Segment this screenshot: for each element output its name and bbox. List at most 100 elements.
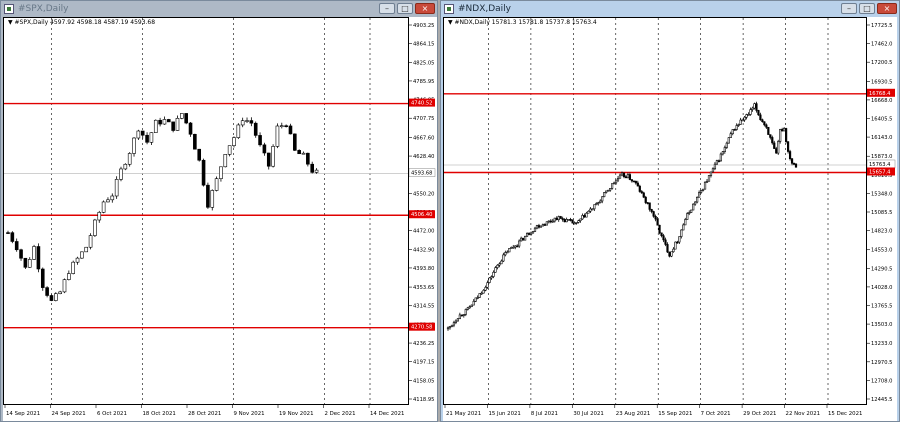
minimize-button[interactable]: – [841,3,857,14]
ndx-chart-header: ▼ #NDX,Daily 15781.3 15781.8 15737.8 157… [448,19,597,26]
candle-body [656,218,659,226]
candle-body [696,196,699,203]
spx-time-axis[interactable]: 14 Sep 2021 24 Sep 2021 6 Oct 2021 18 Oct 2… [3,405,437,421]
candle-body [193,133,197,150]
close-button[interactable]: × [415,3,435,14]
candle-body [450,324,454,327]
candle-body [699,190,703,193]
candle-body [293,133,297,151]
ndx-price-axis[interactable]: 17725.5 17462.0 17200.5 16930.5 16668.0 16405… [867,17,897,405]
candle-body [518,240,521,247]
candle-body [719,153,722,162]
candle-body [539,225,543,228]
candle-body [498,263,501,266]
price-tick-label: 15085.5 [871,210,892,216]
spx-plot-area[interactable]: ▼ #SPX,Daily 4597.92 4598.18 4587.19 459… [3,17,409,405]
candle-body [6,232,10,234]
candle-body [674,241,677,250]
price-tick-label: 13765.5 [871,304,892,310]
candle-body [516,245,519,248]
candle-body [127,153,132,165]
candle-body [258,135,262,146]
candle-body [599,200,602,203]
candle-body [23,257,28,268]
candle-body [709,171,713,176]
candle-body [32,246,36,260]
spx-chart-window[interactable]: #SPX,Daily – □ × ▼ #SPX,Daily 4597.92 45… [0,0,438,422]
time-tick-label: 7 Oct 2021 [701,411,731,417]
candle-body [601,196,604,202]
candle-body [650,209,653,212]
candle-body [75,257,80,263]
candle-body [717,160,720,162]
candle-body [262,144,267,154]
maximize-button[interactable]: □ [859,3,875,14]
candle-body [660,232,663,236]
candle-body [622,172,626,177]
candle-body [723,147,726,152]
candle-body [478,293,481,298]
ndx-window-titlebar[interactable]: #NDX,Daily – □ × [441,1,899,17]
candle-body [284,125,288,127]
candle-body [555,217,558,221]
price-tick-label: 4628.40 [413,154,434,160]
candle-body [494,267,497,273]
candle-body [577,220,580,223]
candle-body [206,184,210,208]
maximize-button[interactable]: □ [397,3,413,14]
price-tick-label: 4864.15 [413,42,434,48]
candle-body [763,121,766,126]
candle-body [10,232,15,242]
price-tick-label: 4707.75 [413,116,434,122]
candle-body [14,241,19,251]
candle-body [640,191,643,194]
candle-body [462,314,465,316]
candle-body [537,225,541,228]
spx-price-axis[interactable]: 4903.254864.154825.054785.954746.854707.… [409,17,437,405]
candle-body [589,208,592,212]
candle-body [541,224,545,227]
price-tick-label: 15348.0 [871,191,892,197]
candle-body [735,125,738,130]
candle-body [470,304,473,307]
candle-body [240,120,245,126]
candle-body [648,202,651,210]
ndx-time-axis[interactable]: 21 May 2021 15 Jun 2021 8 Jul 2021 30 Jul 2… [443,405,897,421]
candle-body [662,235,665,241]
candle-body [614,179,618,184]
close-button[interactable]: × [877,3,897,14]
ndx-chart-window[interactable]: #NDX,Daily – □ × ▼ #NDX,Daily 15781.3 15… [440,0,900,422]
candle-body [533,227,537,232]
candle-body [743,116,746,121]
candle-body [512,246,515,249]
candle-body [616,177,620,181]
candle-body [275,125,280,147]
candle-body [575,222,578,224]
candle-body [502,254,505,262]
candle-body [197,148,202,161]
candle-body [545,221,548,226]
candle-body [705,180,709,183]
candle-body [644,196,647,203]
candle-body [569,219,572,221]
candle-body [698,192,701,198]
candle-body [692,203,695,211]
candle-body [642,192,645,198]
candle-body [508,248,511,253]
minimize-button[interactable]: – [379,3,395,14]
spx-window-titlebar[interactable]: #SPX,Daily – □ × [1,1,437,17]
level-price-badge-label: 4740.52 [411,101,432,107]
candle-body [626,174,630,179]
price-tick-label: 4197.15 [413,360,434,366]
candle-body [745,114,748,118]
time-tick-label: 18 Oct 2021 [143,411,176,417]
candle-body [468,306,471,309]
candle-body [755,103,758,111]
candle-body [609,188,612,191]
candle-body [288,125,293,135]
candle-body [785,128,788,142]
ndx-plot-area[interactable]: ▼ #NDX,Daily 15781.3 15781.8 15737.8 157… [443,17,867,405]
candle-body [567,219,570,221]
candle-body [490,276,493,279]
candle-body [531,231,535,234]
